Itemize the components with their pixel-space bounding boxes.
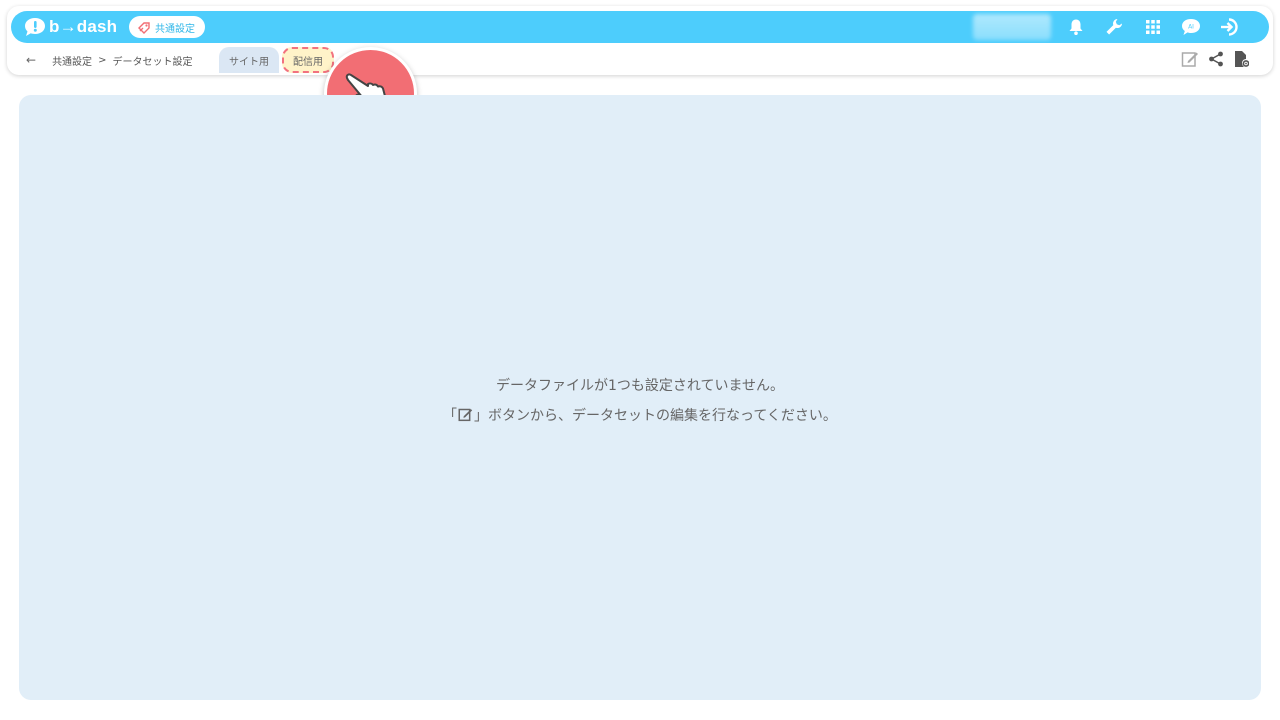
settings-tag-icon [138, 22, 150, 34]
chat-icon[interactable]: AI [1180, 16, 1202, 38]
app-logo[interactable]: b→dash [23, 15, 117, 39]
breadcrumb-item-common-settings[interactable]: 共通設定 [52, 53, 92, 68]
breadcrumb-item-dataset-settings: データセット設定 [112, 56, 193, 68]
edit-icon[interactable] [1181, 50, 1199, 68]
badge-label: 共通設定 [155, 23, 195, 35]
empty-state-line-1: データファイルが1つも設定されていません。 [495, 378, 785, 394]
back-arrow-icon[interactable]: ← [26, 53, 36, 67]
bell-icon[interactable] [1065, 16, 1087, 38]
tab-delivery-label: 配信用 [293, 56, 323, 68]
empty-state-line-2: 「 」ボタンから、データセットの編集を行なってください。 [19, 401, 1261, 431]
logout-icon[interactable] [1219, 16, 1241, 38]
logo-bubble-icon [25, 18, 45, 36]
common-settings-badge[interactable]: 共通設定 [129, 16, 205, 38]
tab-delivery[interactable]: 配信用 [282, 47, 334, 73]
logo-text: b→dash [49, 17, 118, 36]
tab-site-label: サイト用 [229, 56, 269, 68]
empty-state-message: データファイルが1つも設定されていません。 「 」ボタンから、データセットの編集… [19, 371, 1261, 431]
share-icon[interactable] [1207, 50, 1225, 68]
user-account-info[interactable] [973, 14, 1051, 40]
breadcrumb: ← 共通設定 > データセット設定 [26, 51, 192, 69]
edit-inline-icon [458, 408, 473, 422]
grid-icon[interactable] [1142, 16, 1164, 38]
svg-text:AI: AI [1188, 24, 1194, 31]
dataset-content-panel: データファイルが1つも設定されていません。 「 」ボタンから、データセットの編集… [19, 95, 1261, 700]
file-settings-icon[interactable] [1232, 50, 1250, 68]
wrench-icon[interactable] [1103, 16, 1125, 38]
breadcrumb-separator: > [98, 54, 107, 66]
empty-state-instruction: 」ボタンから、データセットの編集を行なってください。 [474, 408, 837, 424]
tab-site[interactable]: サイト用 [219, 47, 279, 73]
top-navigation-bar: b→dash 共通設定 AI [11, 11, 1269, 43]
empty-state-bracket-open: 「 [443, 408, 458, 424]
